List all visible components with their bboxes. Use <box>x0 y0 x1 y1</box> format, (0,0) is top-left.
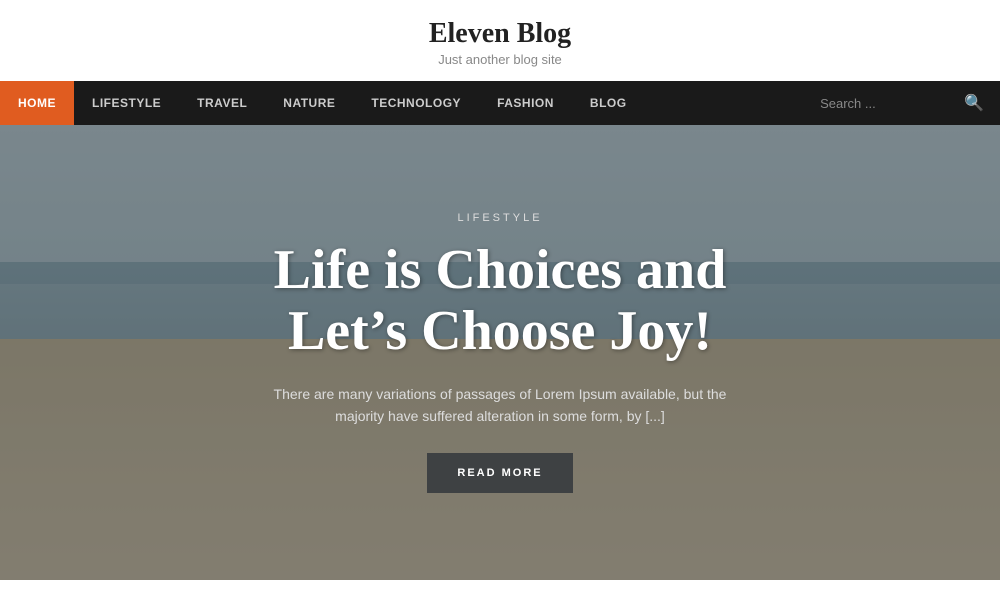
search-container: 🔍 <box>820 89 1000 117</box>
hero-section: LIFESTYLE Life is Choices and Let’s Choo… <box>0 125 1000 580</box>
site-title[interactable]: Eleven Blog <box>0 18 1000 50</box>
site-tagline: Just another blog site <box>0 52 1000 67</box>
nav-item-travel[interactable]: TRAVEL <box>179 81 265 125</box>
nav-item-blog[interactable]: BLOG <box>572 81 645 125</box>
nav-item-technology[interactable]: TECHNOLOGY <box>353 81 479 125</box>
navbar: HOME LIFESTYLE TRAVEL NATURE TECHNOLOGY … <box>0 81 1000 125</box>
hero-title: Life is Choices and Let’s Choose Joy! <box>210 240 790 363</box>
nav-item-home[interactable]: HOME <box>0 81 74 125</box>
hero-excerpt: There are many variations of passages of… <box>250 383 750 428</box>
hero-read-more-button[interactable]: READ MORE <box>427 453 572 493</box>
hero-content: LIFESTYLE Life is Choices and Let’s Choo… <box>110 212 890 494</box>
nav-item-nature[interactable]: NATURE <box>265 81 353 125</box>
nav-item-lifestyle[interactable]: LIFESTYLE <box>74 81 179 125</box>
search-input[interactable] <box>820 96 960 111</box>
site-header: Eleven Blog Just another blog site <box>0 0 1000 81</box>
search-icon[interactable]: 🔍 <box>960 89 988 117</box>
hero-category: LIFESTYLE <box>210 212 790 224</box>
nav-item-fashion[interactable]: FASHION <box>479 81 572 125</box>
